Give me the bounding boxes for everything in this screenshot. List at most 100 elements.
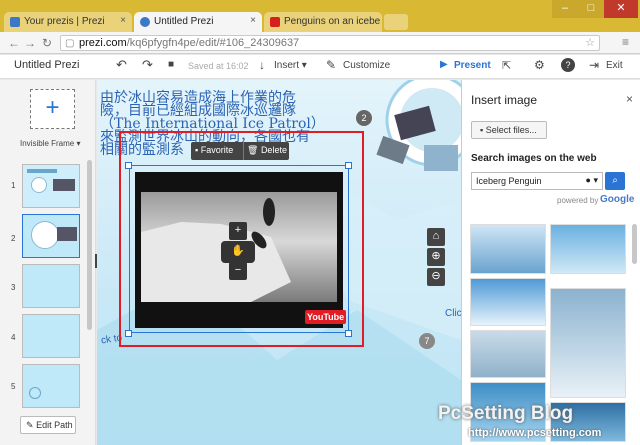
tab-your-prezis[interactable]: Your prezis | Prezi × (4, 12, 132, 32)
share-icon[interactable]: ⇱ (502, 59, 511, 72)
google-logo: Google (600, 194, 635, 205)
path-step-badge[interactable]: 7 (419, 333, 435, 349)
maximize-button[interactable]: □ (578, 0, 604, 18)
prezi-canvas[interactable]: 由於冰山容易造成海上作業的危 險，目前已經組成國際冰巡邏隊 （The Inter… (97, 80, 461, 445)
sidebar-scrollbar[interactable] (87, 160, 92, 330)
url-path: /kq6pfygfn4pe/edit/#106_24309637 (126, 37, 300, 49)
insert-label: Insert (274, 60, 300, 71)
resize-handle[interactable] (125, 162, 132, 169)
frame-type-dropdown[interactable]: Invisible Frame ▾ (20, 139, 81, 148)
favorite-button[interactable]: ▪ Favorite (195, 145, 233, 155)
reload-icon[interactable]: ↻ (42, 36, 52, 50)
delete-button[interactable]: 🗑 Delete (247, 145, 287, 156)
bookmark-star-icon[interactable]: ☆ (585, 36, 595, 49)
exit-icon[interactable]: ⇥ (589, 58, 599, 72)
youtube-logo: YouTube (305, 310, 347, 324)
tab-label: Penguins on an icebe (284, 16, 381, 27)
object-action-bar: ▪ Favorite 🗑 Delete (191, 142, 289, 160)
slide-thumbnail-1[interactable] (22, 164, 80, 208)
customize-button[interactable]: Customize (343, 60, 390, 71)
tab-penguins[interactable]: Penguins on an icebe (264, 12, 382, 32)
select-files-label: Select files... (485, 125, 537, 135)
panel-title: Insert image (471, 93, 538, 107)
present-button[interactable]: Present (454, 60, 491, 71)
zoom-out-icon[interactable]: ⊖ (427, 268, 445, 286)
add-frame-button[interactable]: + (30, 89, 75, 129)
tab-untitled-prezi[interactable]: Untitled Prezi × (134, 12, 262, 32)
save-icon[interactable]: ■ (168, 59, 174, 70)
insert-menu[interactable]: Insert ▾ (274, 60, 307, 71)
brush-icon: ✎ (326, 58, 337, 72)
exit-button[interactable]: Exit (606, 60, 623, 71)
prezi-favicon (10, 17, 20, 27)
image-result[interactable] (470, 278, 546, 326)
scale-down-icon[interactable]: − (229, 262, 247, 280)
close-panel-icon[interactable]: × (626, 92, 633, 106)
image-result[interactable] (550, 224, 626, 274)
close-tab-icon[interactable]: × (250, 15, 256, 26)
path-step-badge[interactable]: 2 (356, 110, 372, 126)
slide-sidebar: + Invisible Frame ▾ 1 2 3 4 5 ✎ Edit Pat… (0, 80, 101, 445)
edit-path-label: Edit Path (36, 420, 73, 430)
slide-number: 2 (11, 234, 16, 243)
thumb-circle (29, 387, 41, 399)
url-domain: prezi.com (79, 37, 127, 49)
edit-path-button[interactable]: ✎ Edit Path (20, 416, 76, 434)
image-result[interactable] (470, 330, 546, 378)
page-icon: ▢ (65, 38, 75, 49)
url-field[interactable]: ▢ prezi.com/kq6pfygfn4pe/edit/#106_24309… (60, 35, 600, 51)
slide-thumbnail-4[interactable] (22, 314, 80, 358)
forward-icon[interactable]: → (24, 36, 36, 50)
slide-number: 5 (11, 382, 16, 391)
back-icon[interactable]: ← (8, 36, 20, 50)
search-button[interactable]: ⌕ (605, 172, 625, 190)
prezi-favicon (140, 17, 150, 27)
settings-gear-icon[interactable]: ⚙ (534, 58, 545, 72)
slide-number: 3 (11, 283, 16, 292)
tab-label: Untitled Prezi (154, 16, 214, 27)
search-value: Iceberg Penguin (476, 176, 542, 186)
slide-thumbnail-2[interactable] (22, 214, 80, 258)
slide-thumbnail-3[interactable] (22, 264, 80, 308)
close-tab-icon[interactable]: × (120, 15, 126, 26)
resize-handle[interactable] (345, 162, 352, 169)
browser-titlebar: Your prezis | Prezi × Untitled Prezi × P… (0, 0, 640, 32)
minimize-button[interactable]: – (552, 0, 578, 18)
insert-icon: ↓ (259, 58, 265, 72)
watermark-url: http://www.pcsetting.com (468, 427, 602, 439)
thumb-circle (31, 177, 47, 193)
frame-type-label: Invisible Frame (20, 139, 75, 148)
action-divider (243, 142, 244, 160)
panel-scrollbar[interactable] (632, 224, 637, 264)
slide-number: 1 (11, 181, 16, 190)
step-number: 2 (361, 113, 367, 123)
new-tab-button[interactable] (384, 14, 408, 30)
resize-handle[interactable] (125, 330, 132, 337)
close-window-button[interactable]: ✕ (604, 0, 638, 18)
move-hand-icon[interactable]: ✋ (221, 241, 255, 263)
license-filter-icon[interactable]: ● ▾ (586, 175, 598, 186)
penguin-shape (263, 198, 275, 226)
scale-up-icon[interactable]: + (229, 222, 247, 240)
tab-label: Your prezis | Prezi (24, 16, 105, 27)
image-search-input[interactable]: Iceberg Penguin ● ▾ (471, 172, 603, 190)
select-files-button[interactable]: ▪ Select files... (471, 121, 547, 139)
image-result[interactable] (470, 224, 546, 274)
thumb-circle (31, 221, 59, 249)
canvas-photo[interactable] (424, 145, 458, 171)
delete-label: Delete (260, 145, 287, 155)
iceberg-shape (141, 222, 291, 302)
redo-icon[interactable]: ↷ (142, 57, 153, 73)
thumb-image (53, 179, 75, 191)
undo-icon[interactable]: ↶ (116, 57, 127, 73)
canvas-text-fragment: Clic (445, 308, 461, 319)
menu-icon[interactable]: ≡ (622, 35, 629, 49)
zoom-in-icon[interactable]: ⊕ (427, 248, 445, 266)
home-view-icon[interactable]: ⌂ (427, 228, 445, 246)
image-result[interactable] (550, 288, 626, 398)
present-play-icon: ▶ (440, 59, 448, 70)
slide-thumbnail-5[interactable] (22, 364, 80, 408)
resize-handle[interactable] (345, 330, 352, 337)
prezi-title[interactable]: Untitled Prezi (14, 59, 79, 71)
help-icon[interactable]: ? (561, 58, 575, 72)
